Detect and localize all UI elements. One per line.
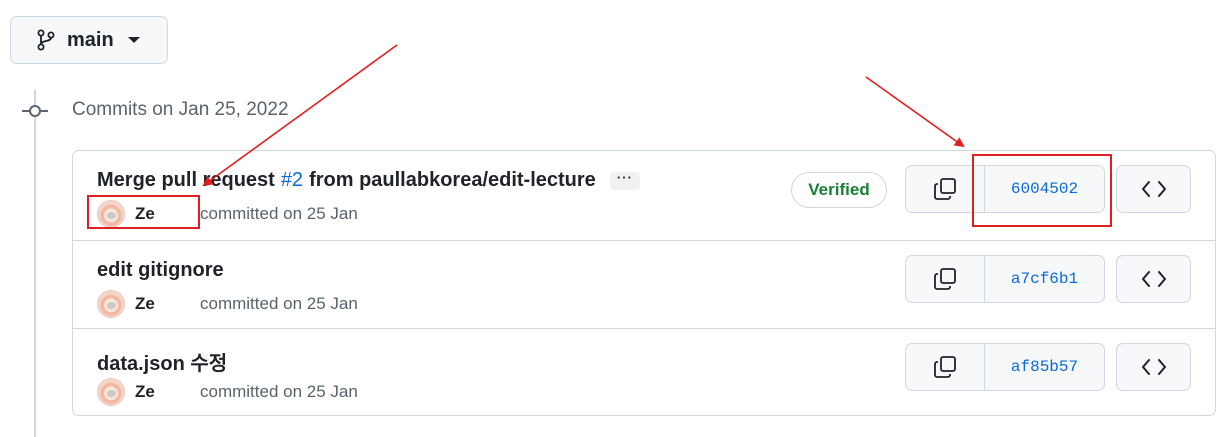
- commit-row: edit gitignore Ze committed on 25 Jan a7…: [73, 240, 1215, 328]
- annotation-box-author: [87, 195, 200, 229]
- annotation-arrow-sha: [865, 76, 965, 148]
- commit-date: committed on 25 Jan: [200, 294, 358, 313]
- code-icon: [1141, 181, 1166, 197]
- commit-date: committed on 25 Jan: [200, 204, 358, 223]
- browse-repo-button[interactable]: [1116, 343, 1191, 391]
- commit-author[interactable]: Ze: [135, 382, 200, 402]
- commit-date: committed on 25 Jan: [200, 382, 358, 401]
- annotation-box-sha: [972, 154, 1112, 227]
- commit-title[interactable]: edit gitignore: [97, 259, 224, 282]
- branch-selector-button[interactable]: main: [10, 16, 168, 64]
- commit-title[interactable]: Merge pull request #2 from paullabkorea/…: [97, 169, 640, 192]
- commit-title[interactable]: data.json 수정: [97, 347, 227, 376]
- copy-sha-button[interactable]: [906, 256, 985, 302]
- browse-repo-button[interactable]: [1116, 165, 1191, 213]
- commit-button-group: af85b57: [905, 343, 1105, 391]
- commit-title-suffix[interactable]: from paullabkorea/edit-lecture: [309, 169, 596, 192]
- branch-name: main: [67, 28, 114, 51]
- git-commit-icon: [22, 105, 48, 117]
- commit-meta: Ze committed on 25 Jan: [97, 289, 358, 319]
- caret-down-icon: [127, 37, 140, 43]
- commit-row: data.json 수정 Ze committed on 25 Jan af85…: [73, 328, 1215, 416]
- commit-sha-link[interactable]: a7cf6b1: [985, 256, 1104, 302]
- copy-icon: [934, 356, 956, 378]
- browse-repo-button[interactable]: [1116, 255, 1191, 303]
- commit-meta: Ze committed on 25 Jan: [97, 377, 358, 407]
- commits-date-heading: Commits on Jan 25, 2022: [72, 99, 289, 120]
- avatar[interactable]: [97, 378, 125, 406]
- copy-icon: [934, 268, 956, 290]
- copy-icon: [934, 178, 956, 200]
- commit-title-prefix[interactable]: Merge pull request: [97, 169, 275, 192]
- copy-sha-button[interactable]: [906, 344, 985, 390]
- verified-badge[interactable]: Verified: [791, 172, 887, 208]
- expand-message-button[interactable]: ···: [609, 171, 640, 190]
- pull-request-link[interactable]: #2: [281, 169, 303, 192]
- timeline-line: [34, 90, 36, 437]
- avatar[interactable]: [97, 290, 125, 318]
- commit-author[interactable]: Ze: [135, 294, 200, 314]
- commit-button-group: a7cf6b1: [905, 255, 1105, 303]
- git-branch-icon: [37, 29, 55, 51]
- commit-sha-link[interactable]: af85b57: [985, 344, 1104, 390]
- code-icon: [1141, 359, 1166, 375]
- code-icon: [1141, 271, 1166, 287]
